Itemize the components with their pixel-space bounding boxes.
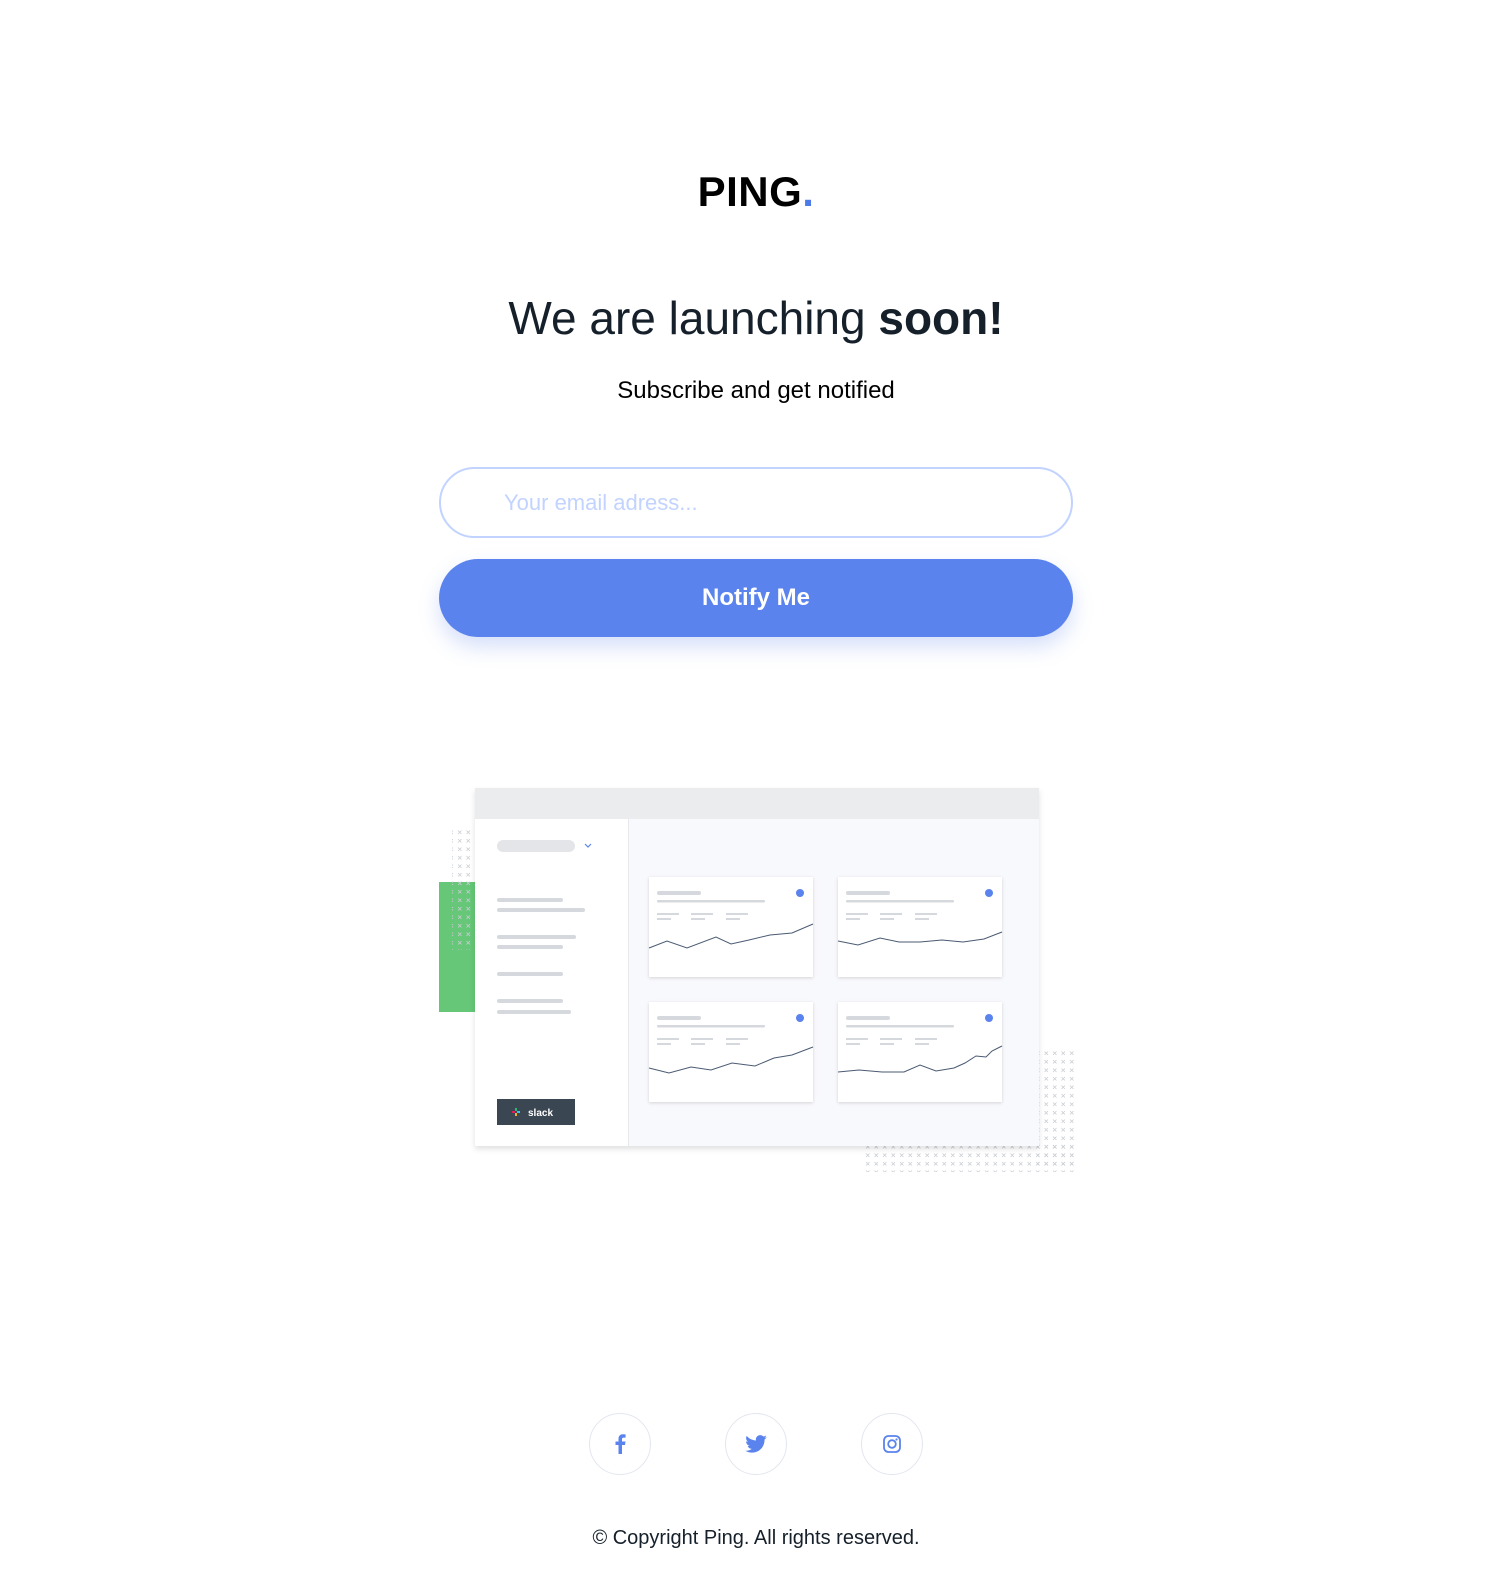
facebook-icon <box>615 1434 626 1454</box>
x-pattern-bottom <box>861 1144 1077 1172</box>
x-pattern-left <box>452 830 478 950</box>
dashboard-illustration: slack <box>439 788 1077 1172</box>
slack-badge-label: slack <box>528 1108 553 1119</box>
headline-light: We are launching <box>508 292 879 344</box>
brand-dot: . <box>802 168 815 215</box>
page-title: We are launching soon! <box>0 288 1512 348</box>
notify-me-button[interactable]: Notify Me <box>439 559 1073 637</box>
email-field[interactable] <box>439 467 1073 538</box>
facebook-button[interactable] <box>589 1413 651 1475</box>
brand-name: PING <box>697 168 803 215</box>
instagram-button[interactable] <box>861 1413 923 1475</box>
twitter-button[interactable] <box>725 1413 787 1475</box>
copyright-text: © Copyright Ping. All rights reserved. <box>592 1527 920 1549</box>
instagram-icon <box>883 1435 901 1453</box>
headline-bold: soon! <box>878 292 1004 344</box>
brand-logo: PING. <box>0 166 1512 218</box>
page-subtitle: Subscribe and get notified <box>617 377 895 404</box>
twitter-icon <box>745 1435 767 1453</box>
